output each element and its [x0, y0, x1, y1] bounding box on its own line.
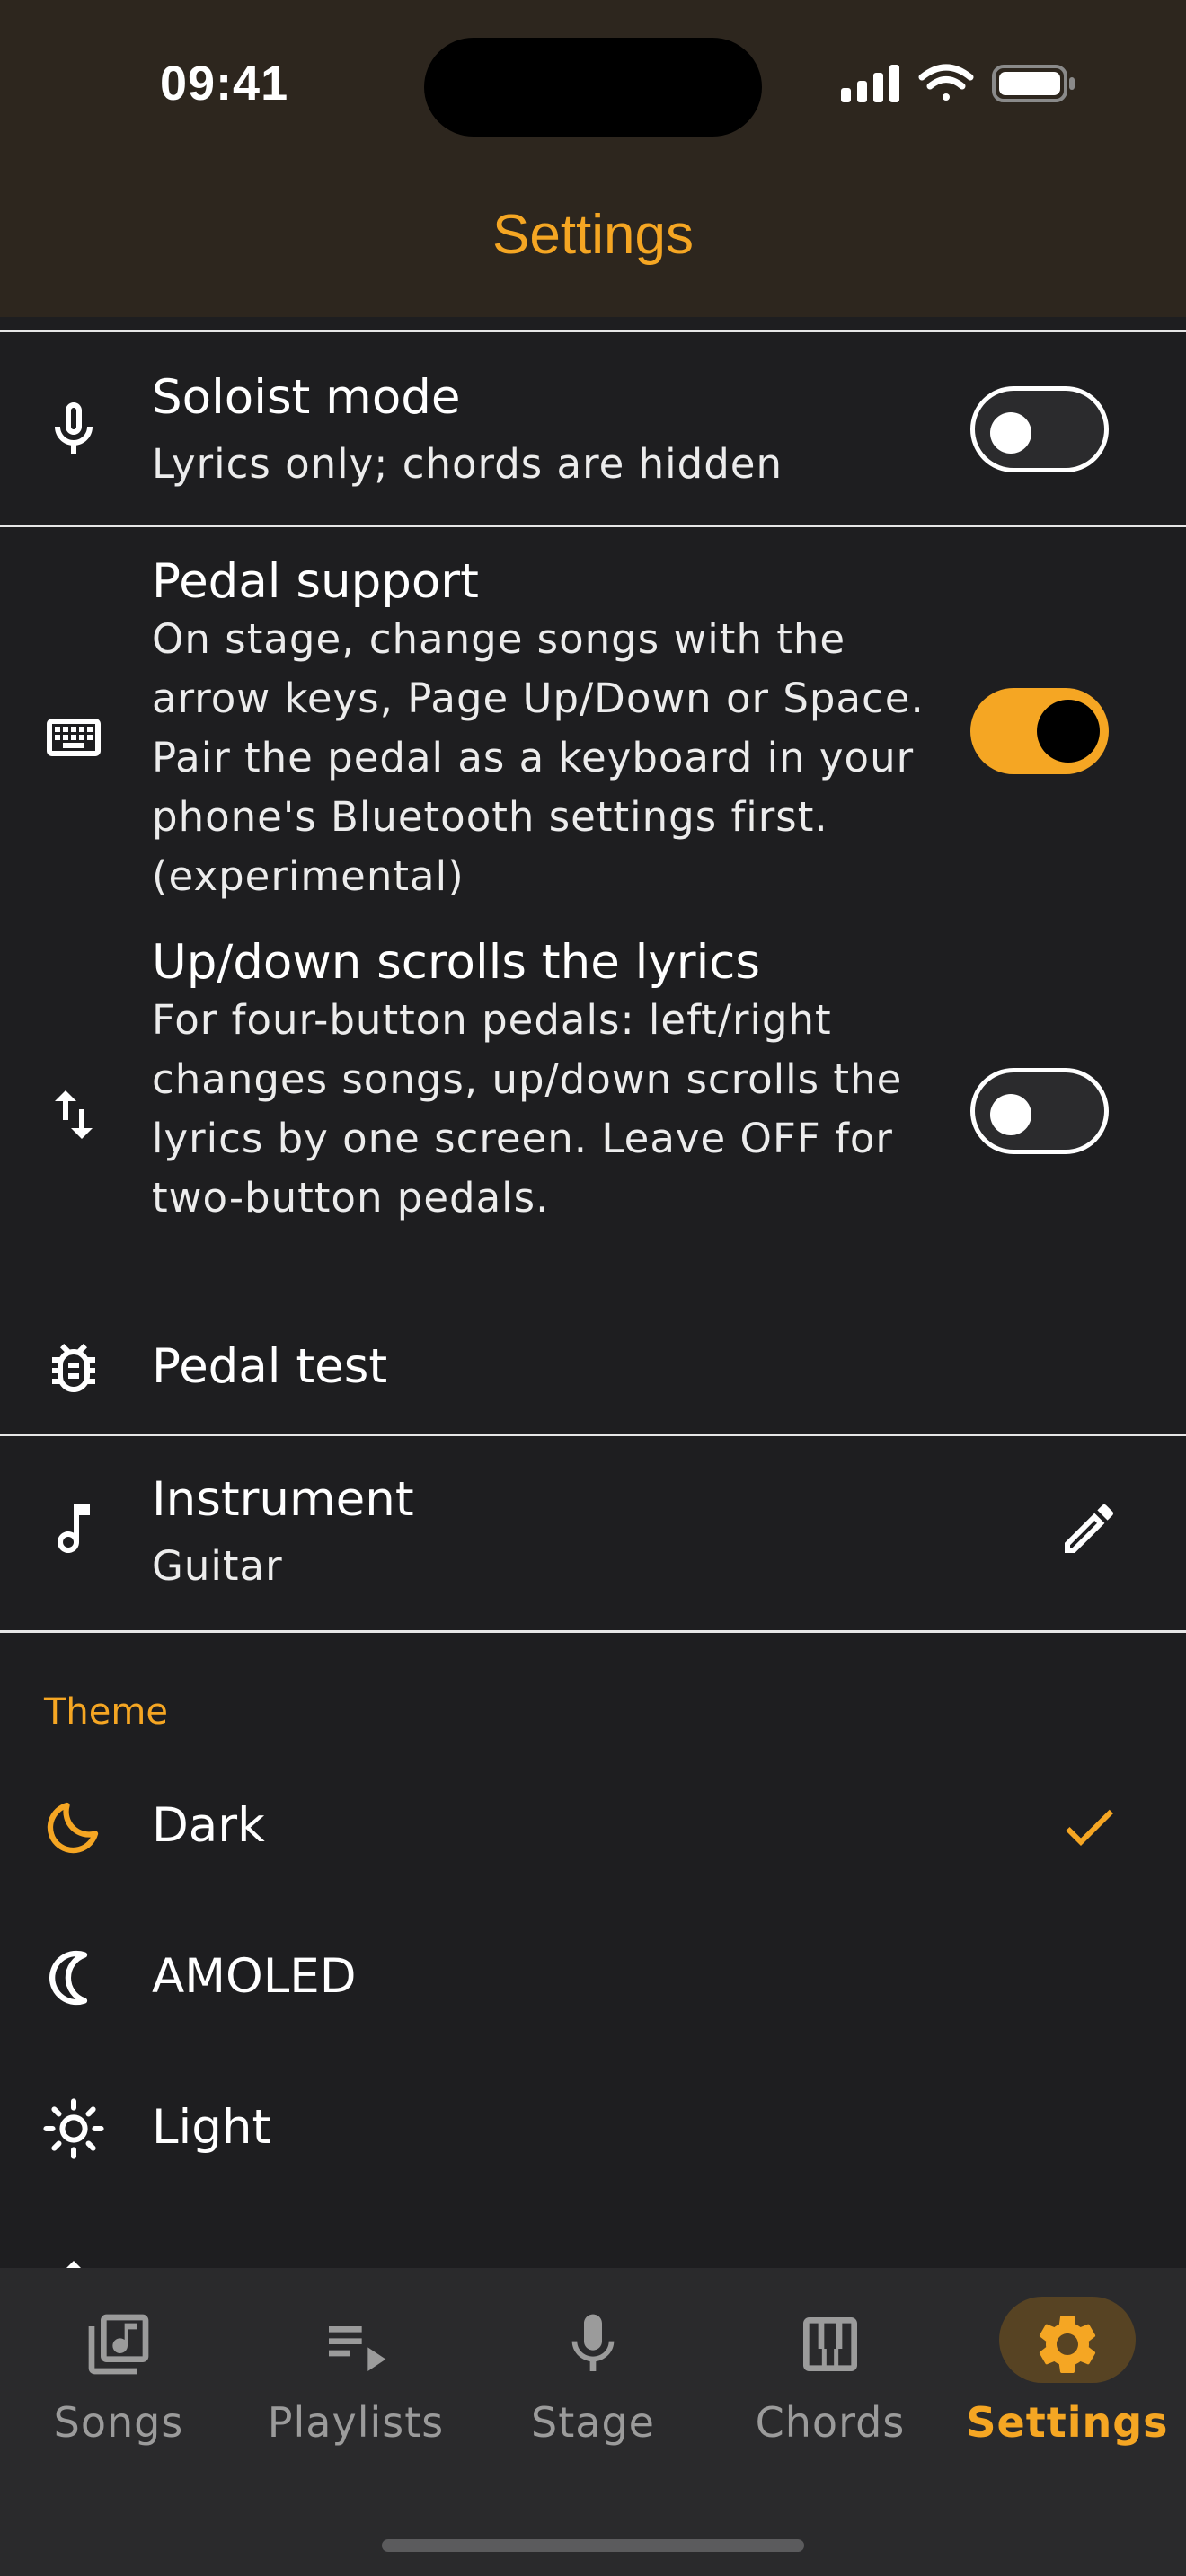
nav-settings[interactable]: Settings [949, 2268, 1186, 2475]
mic-icon [55, 402, 93, 454]
swap-vert-icon [55, 1090, 93, 1139]
status-bar: 09:41 [0, 0, 1186, 171]
page-title: Settings [491, 204, 695, 266]
sun-icon [43, 2098, 104, 2159]
keyboard-icon [47, 719, 101, 756]
piano-icon [803, 2317, 857, 2371]
soloist-mode-toggle[interactable] [970, 386, 1109, 472]
nav-chords[interactable]: Chords [712, 2268, 949, 2475]
setting-instrument[interactable]: Instrument Guitar [0, 1436, 1186, 1630]
gear-icon [1039, 2316, 1096, 2373]
signal-icon [841, 65, 899, 102]
nav-songs-label: Songs [53, 2398, 184, 2447]
music-note-icon [58, 1504, 90, 1553]
nav-stage-label: Stage [531, 2398, 655, 2447]
edit-pencil-icon[interactable] [1057, 1496, 1121, 1561]
library-music-icon [88, 2314, 149, 2375]
settings-list[interactable]: Soloist mode Lyrics only; chords are hid… [0, 317, 1186, 2268]
setting-pedal-support[interactable]: Pedal support On stage, change songs wit… [0, 527, 1186, 931]
theme-option-light[interactable]: Light [0, 2053, 1186, 2204]
divider [0, 1630, 1186, 1633]
theme-option-amoled[interactable]: AMOLED [0, 1902, 1186, 2053]
updown-scroll-toggle[interactable] [970, 1068, 1109, 1154]
theme-option-dark[interactable]: Dark [0, 1751, 1186, 1902]
updown-scroll-subtitle: For four-button pedals: left/right chang… [152, 996, 903, 1222]
theme-dark-label: Dark [152, 1798, 265, 1853]
bug-icon [52, 1344, 95, 1392]
dynamic-island [424, 38, 762, 137]
nav-chords-label: Chords [755, 2398, 906, 2447]
status-icons [841, 64, 1075, 102]
battery-icon [992, 65, 1075, 102]
mic-icon [571, 2314, 615, 2371]
pedal-support-title: Pedal support [152, 554, 479, 609]
instrument-value: Guitar [152, 1542, 283, 1590]
pedal-support-subtitle: On stage, change songs with the arrow ke… [152, 615, 925, 900]
moon-icon [47, 1802, 99, 1854]
brightness-auto-icon [66, 2261, 81, 2268]
theme-amoled-label: AMOLED [152, 1949, 357, 2004]
nav-playlists[interactable]: Playlists [237, 2268, 474, 2475]
setting-pedal-test[interactable]: Pedal test [0, 1305, 1186, 1431]
checkmark-icon [1066, 1809, 1113, 1846]
setting-soloist-mode[interactable]: Soloist mode Lyrics only; chords are hid… [0, 332, 1186, 526]
soloist-mode-title: Soloist mode [152, 370, 461, 425]
moon-outline-icon [49, 1950, 88, 2006]
status-time: 09:41 [160, 57, 289, 110]
wifi-icon [918, 64, 974, 101]
pedal-support-toggle[interactable] [970, 688, 1109, 774]
updown-scroll-title: Up/down scrolls the lyrics [152, 935, 761, 990]
setting-updown-scroll[interactable]: Up/down scrolls the lyrics For four-butt… [0, 931, 1186, 1305]
theme-light-label: Light [152, 2100, 271, 2155]
playlist-play-icon [329, 2326, 386, 2371]
soloist-mode-subtitle: Lyrics only; chords are hidden [152, 440, 783, 488]
theme-section-label: Theme [44, 1691, 168, 1733]
nav-settings-label: Settings [966, 2398, 1169, 2447]
nav-playlists-label: Playlists [267, 2398, 445, 2447]
pedal-test-title: Pedal test [152, 1339, 388, 1394]
nav-songs[interactable]: Songs [0, 2268, 237, 2475]
instrument-title: Instrument [152, 1472, 414, 1527]
home-indicator [382, 2539, 804, 2552]
nav-stage[interactable]: Stage [474, 2268, 712, 2475]
